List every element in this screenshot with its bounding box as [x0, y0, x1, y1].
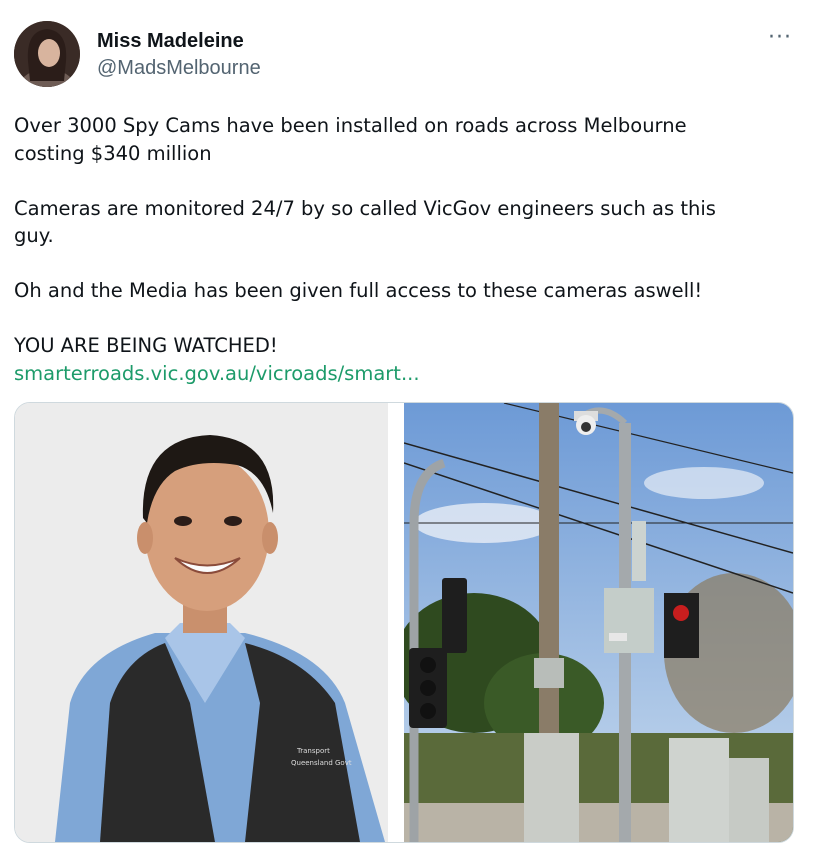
traffic-camera-photo-illustration — [394, 403, 793, 842]
tweet-paragraph: YOU ARE BEING WATCHED! — [14, 334, 278, 357]
media-grid: Transport Queensland Govt — [14, 402, 794, 843]
vest-logo-line2: Queensland Govt — [291, 759, 352, 767]
tweet-text: Over 3000 Spy Cams have been installed o… — [14, 112, 794, 387]
tweet-paragraph: Oh and the Media has been given full acc… — [14, 279, 703, 302]
more-options-icon[interactable]: ··· — [764, 27, 796, 52]
avatar-portrait-icon — [14, 21, 80, 87]
media-photo-traffic-camera[interactable] — [394, 403, 793, 842]
author-display-name[interactable]: Miss Madeleine — [97, 29, 244, 53]
tweet-paragraph: Cameras are monitored 24/7 by so called … — [14, 196, 716, 248]
avatar[interactable] — [14, 21, 80, 87]
tweet-link[interactable]: smarterroads.vic.gov.au/vicroads/smart..… — [14, 360, 794, 388]
media-photo-person[interactable]: Transport Queensland Govt — [15, 403, 388, 842]
tweet-paragraph: Over 3000 Spy Cams have been installed o… — [14, 114, 687, 165]
author-handle[interactable]: @MadsMelbourne — [97, 56, 261, 80]
person-photo-illustration: Transport Queensland Govt — [15, 403, 388, 842]
vest-logo-line1: Transport — [296, 747, 330, 755]
